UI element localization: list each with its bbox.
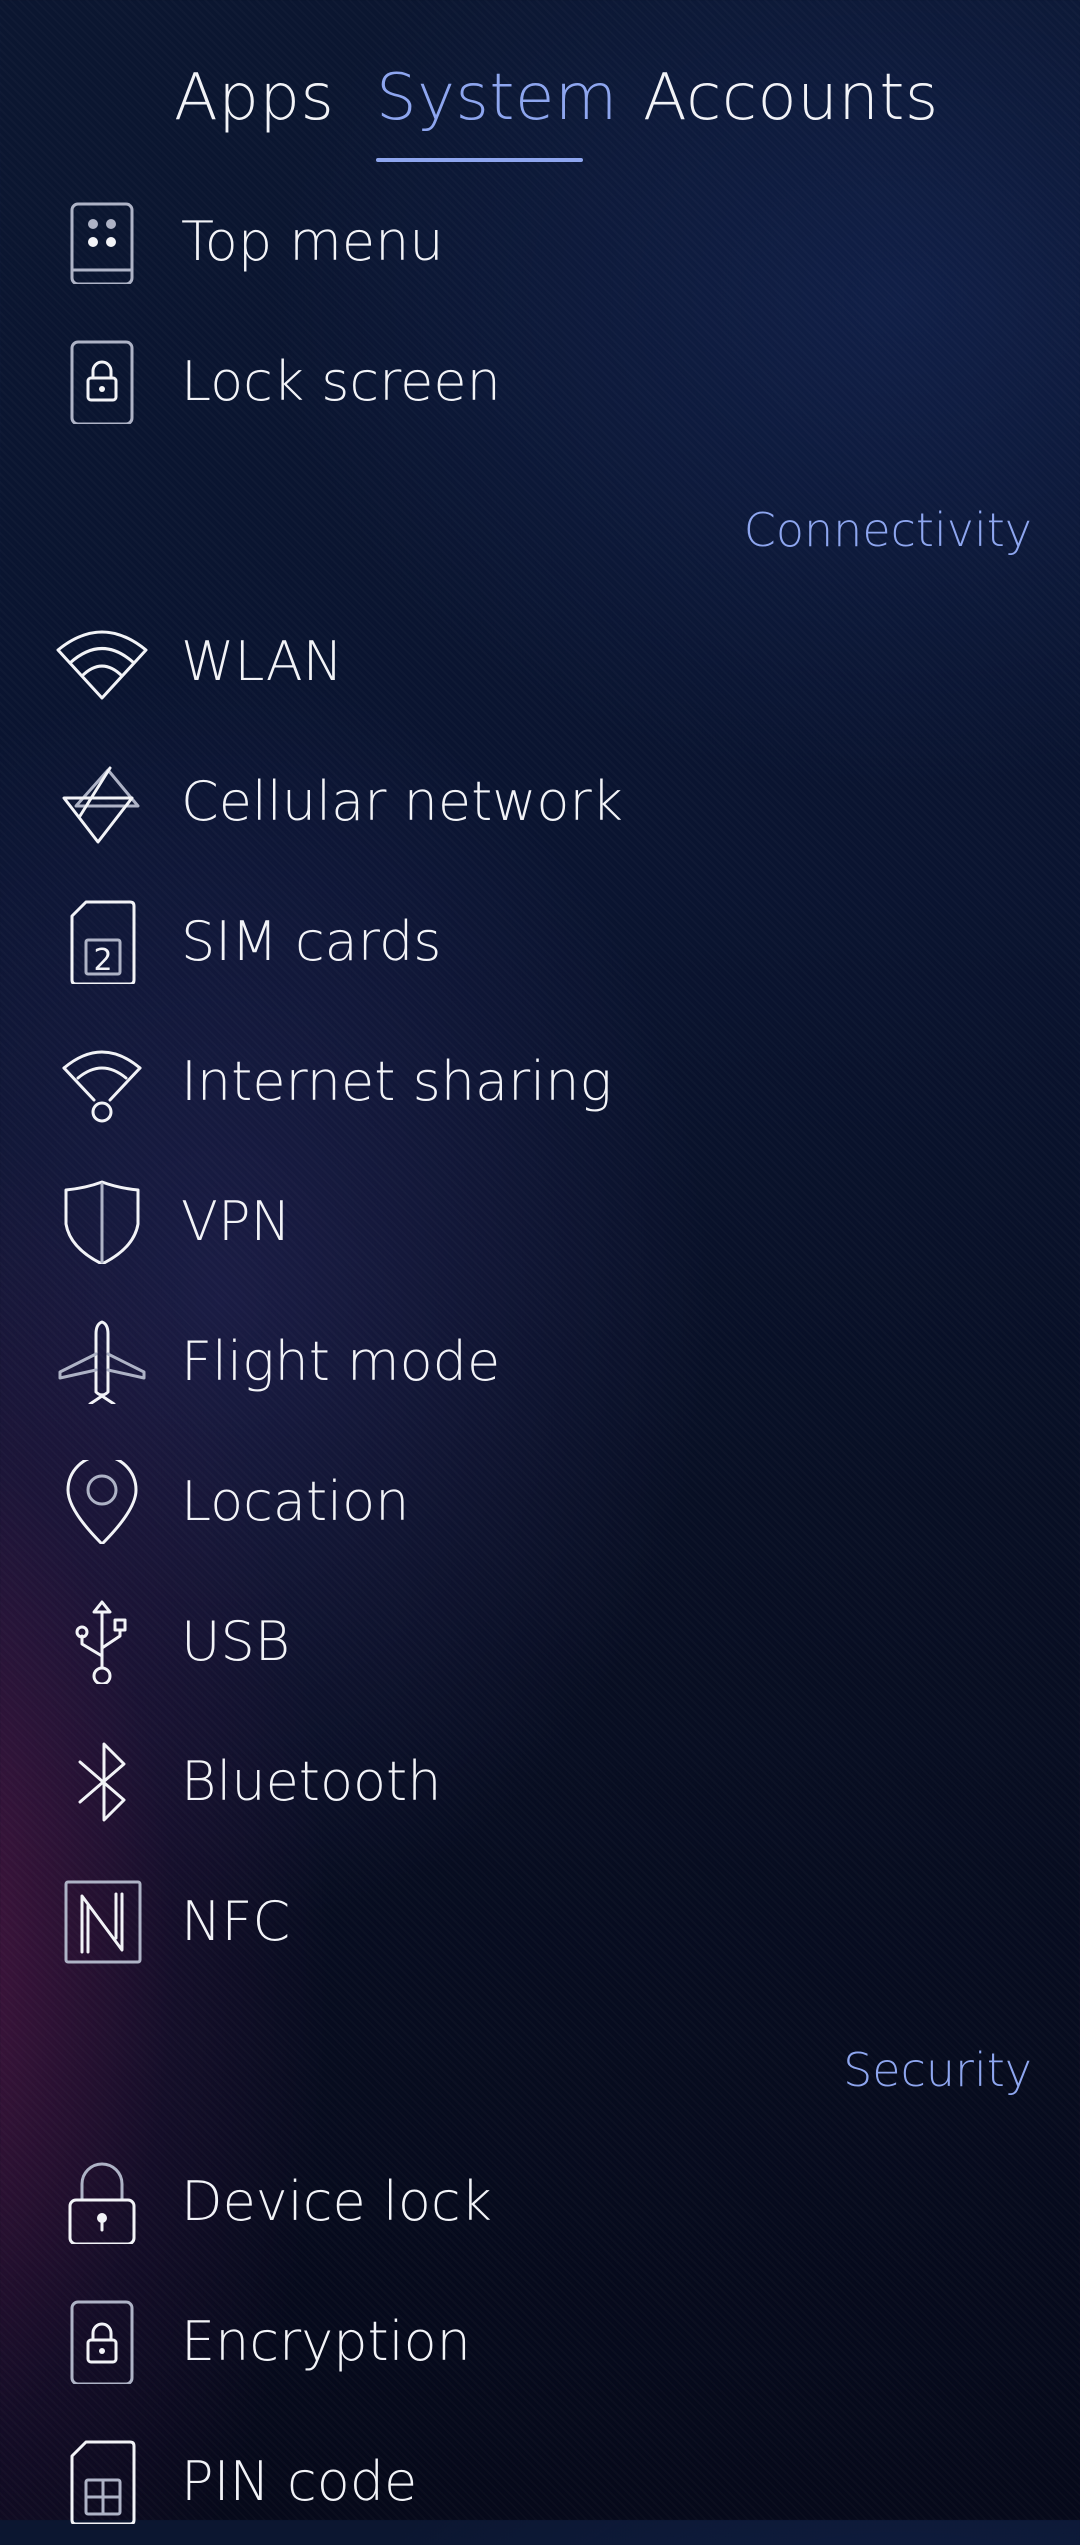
item-label: Lock screen xyxy=(181,350,501,413)
list-item-bluetooth[interactable]: Bluetooth xyxy=(0,1715,1080,1845)
list-item-sim-cards[interactable]: 2 SIM cards xyxy=(0,875,1080,1005)
list-item-encryption[interactable]: Encryption xyxy=(0,2275,1080,2405)
hotspot-icon xyxy=(50,1040,154,1124)
svg-text:2: 2 xyxy=(93,943,112,978)
list-item-device-lock[interactable]: Device lock xyxy=(0,2135,1080,2265)
list-item-top-menu[interactable]: Top menu xyxy=(0,175,1080,305)
item-label: USB xyxy=(181,1610,291,1673)
encryption-icon xyxy=(50,2300,154,2384)
bluetooth-icon xyxy=(50,1740,154,1824)
airplane-icon xyxy=(50,1320,154,1404)
shield-icon xyxy=(50,1180,154,1264)
list-item-pin-code[interactable]: PIN code xyxy=(0,2415,1080,2545)
item-label: Location xyxy=(181,1470,410,1533)
list-item-lock-screen[interactable]: Lock screen xyxy=(0,315,1080,445)
section-header-security: Security xyxy=(843,2043,1032,2097)
pin-code-icon xyxy=(50,2440,154,2524)
padlock-icon xyxy=(50,2160,154,2244)
item-label: Device lock xyxy=(181,2170,492,2233)
sim-card-icon: 2 xyxy=(50,900,154,984)
item-label: PIN code xyxy=(181,2450,418,2513)
cellular-network-icon xyxy=(50,760,154,844)
item-label: SIM cards xyxy=(181,910,442,973)
list-item-internet-sharing[interactable]: Internet sharing xyxy=(0,1015,1080,1145)
list-item-nfc[interactable]: NFC xyxy=(0,1855,1080,1985)
usb-icon xyxy=(50,1600,154,1684)
list-item-location[interactable]: Location xyxy=(0,1435,1080,1565)
list-item-cellular-network[interactable]: Cellular network xyxy=(0,735,1080,865)
item-label: Encryption xyxy=(181,2310,471,2373)
list-item-vpn[interactable]: VPN xyxy=(0,1155,1080,1285)
item-label: VPN xyxy=(181,1190,291,1253)
item-label: Flight mode xyxy=(181,1330,501,1393)
list-item-wlan[interactable]: WLAN xyxy=(0,595,1080,725)
section-header-connectivity: Connectivity xyxy=(743,503,1032,557)
item-label: Bluetooth xyxy=(181,1750,442,1813)
list-item-flight-mode[interactable]: Flight mode xyxy=(0,1295,1080,1425)
lock-screen-icon xyxy=(50,340,154,424)
wifi-icon xyxy=(50,620,154,704)
item-label: Internet sharing xyxy=(181,1050,612,1113)
item-label: WLAN xyxy=(181,630,344,693)
nfc-icon xyxy=(50,1880,154,1964)
list-item-usb[interactable]: USB xyxy=(0,1575,1080,1705)
item-label: NFC xyxy=(181,1890,291,1953)
item-label: Top menu xyxy=(181,210,444,273)
settings-list: Top menu Lock screen Connectivity WLAN C… xyxy=(0,0,1080,2524)
top-menu-icon xyxy=(50,200,154,284)
item-label: Cellular network xyxy=(181,770,623,833)
location-pin-icon xyxy=(50,1460,154,1544)
